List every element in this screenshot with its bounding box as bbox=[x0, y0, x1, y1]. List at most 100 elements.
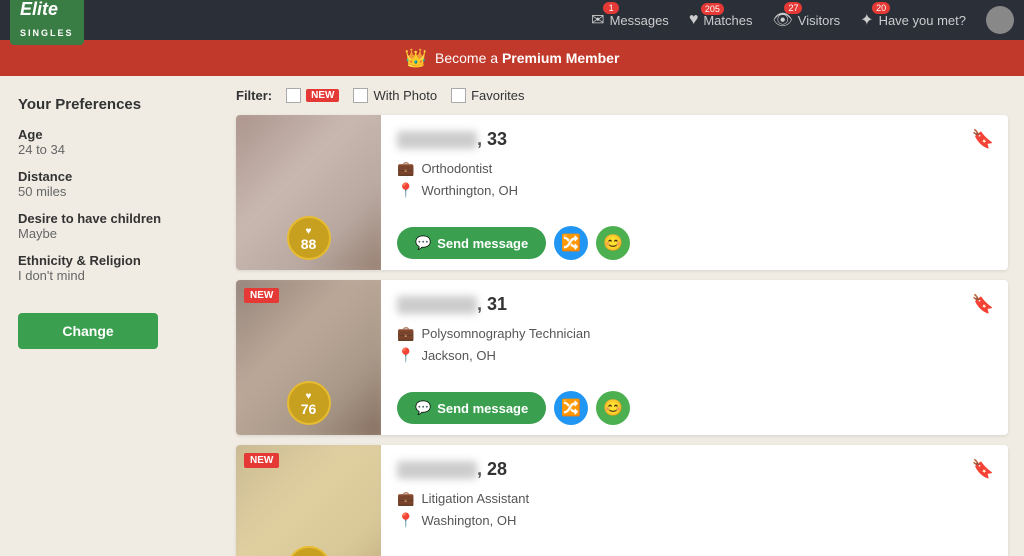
nav-have-you-met[interactable]: ✦ 20 Have you met? bbox=[860, 10, 966, 30]
occupation-text-1: Orthodontist bbox=[421, 161, 492, 176]
filter-favorites[interactable]: Favorites bbox=[451, 88, 524, 103]
new-badge-3: NEW bbox=[244, 453, 279, 468]
location-text-1: Worthington, OH bbox=[421, 183, 518, 198]
card-age-2: 31 bbox=[487, 294, 507, 314]
smile-icon-1: 😊 bbox=[603, 233, 623, 253]
premium-bold: Premium Member bbox=[502, 50, 619, 66]
chat-icon-2: 💬 bbox=[415, 400, 431, 416]
messages-icon: ✉ bbox=[591, 12, 604, 29]
pref-age: Age 24 to 34 bbox=[18, 127, 202, 157]
card-actions-1: 💬 Send message 🔀 😊 bbox=[397, 226, 994, 260]
occupation-text-2: Polysomnography Technician bbox=[421, 326, 590, 341]
main-content: Your Preferences Age 24 to 34 Distance 5… bbox=[0, 76, 1024, 556]
filter-bar: Filter: NEW With Photo Favorites bbox=[236, 88, 1008, 103]
pref-age-value: 24 to 34 bbox=[18, 142, 202, 157]
card-photo-3: NEW ♥ 85 bbox=[236, 445, 381, 556]
messages-label: Messages bbox=[610, 13, 669, 28]
name-blur-3 bbox=[397, 461, 477, 479]
card-name-3: , 28 bbox=[397, 459, 507, 480]
bookmark-icon-2[interactable]: 🔖 bbox=[972, 294, 994, 315]
user-avatar[interactable] bbox=[986, 6, 1014, 34]
nav-visitors[interactable]: 👁 27 Visitors bbox=[772, 10, 840, 30]
top-navigation: EliteSINGLES ✉ 1 Messages ♥ 205 Matches … bbox=[0, 0, 1024, 40]
card-age-1: 33 bbox=[487, 129, 507, 149]
logo-text: EliteSINGLES bbox=[20, 0, 74, 40]
new-badge-2: NEW bbox=[244, 288, 279, 303]
pin-icon-2: 📍 bbox=[397, 347, 414, 364]
card-actions-2: 💬 Send message 🔀 😊 bbox=[397, 391, 994, 425]
logo: EliteSINGLES bbox=[10, 0, 84, 45]
filter-with-photo-label: With Photo bbox=[373, 88, 437, 103]
match-score-2: ♥ 76 bbox=[287, 381, 331, 425]
like-btn-1[interactable]: 🔀 bbox=[554, 226, 588, 260]
filter-favorites-checkbox[interactable] bbox=[451, 88, 466, 103]
match-card-2: NEW ♥ 76 , 31 🔖 💼 Polysomnography Techni… bbox=[236, 280, 1008, 435]
match-card-3: NEW ♥ 85 , 28 🔖 💼 Litigation Assistant bbox=[236, 445, 1008, 556]
filter-new-badge: NEW bbox=[306, 89, 339, 102]
card-location-3: 📍 Washington, OH bbox=[397, 512, 994, 529]
messages-badge: 1 bbox=[603, 2, 619, 14]
change-preferences-button[interactable]: Change bbox=[18, 313, 158, 349]
nav-matches[interactable]: ♥ 205 Matches bbox=[689, 11, 753, 29]
filter-with-photo[interactable]: With Photo bbox=[353, 88, 437, 103]
pref-ethnicity-value: I don't mind bbox=[18, 268, 202, 283]
pref-distance-label: Distance bbox=[18, 169, 202, 184]
nav-items: ✉ 1 Messages ♥ 205 Matches 👁 27 Visitors… bbox=[591, 6, 1014, 34]
card-occupation-3: 💼 Litigation Assistant bbox=[397, 490, 994, 507]
briefcase-icon-3: 💼 bbox=[397, 490, 414, 507]
send-message-btn-2[interactable]: 💬 Send message bbox=[397, 392, 546, 424]
card-occupation-1: 💼 Orthodontist bbox=[397, 160, 994, 177]
send-message-btn-1[interactable]: 💬 Send message bbox=[397, 227, 546, 259]
match-score-heart-icon-2: ♥ bbox=[306, 391, 312, 402]
send-message-label-2: Send message bbox=[437, 401, 528, 416]
match-score-heart-icon: ♥ bbox=[306, 226, 312, 237]
sidebar: Your Preferences Age 24 to 34 Distance 5… bbox=[0, 76, 220, 556]
card-name-row-1: , 33 🔖 bbox=[397, 129, 994, 150]
filter-favorites-label: Favorites bbox=[471, 88, 524, 103]
pref-age-label: Age bbox=[18, 127, 202, 142]
nav-messages[interactable]: ✉ 1 Messages bbox=[591, 10, 669, 30]
crown-icon: 👑 bbox=[405, 48, 427, 69]
match-card-1: ♥ 88 , 33 🔖 💼 Orthodontist 📍 Worthi bbox=[236, 115, 1008, 270]
location-text-2: Jackson, OH bbox=[421, 348, 495, 363]
chat-icon-1: 💬 bbox=[415, 235, 431, 251]
visitors-label: Visitors bbox=[798, 13, 840, 28]
name-blur-1 bbox=[397, 131, 477, 149]
matches-icon: ♥ bbox=[689, 11, 699, 28]
smile-btn-1[interactable]: 😊 bbox=[596, 226, 630, 260]
have-you-met-label: Have you met? bbox=[879, 13, 966, 28]
pref-ethnicity: Ethnicity & Religion I don't mind bbox=[18, 253, 202, 283]
bookmark-icon-3[interactable]: 🔖 bbox=[972, 459, 994, 480]
pref-children-value: Maybe bbox=[18, 226, 202, 241]
match-score-num-2: 76 bbox=[301, 402, 317, 416]
smile-btn-2[interactable]: 😊 bbox=[596, 391, 630, 425]
filter-new-checkbox[interactable] bbox=[286, 88, 301, 103]
visitors-badge: 27 bbox=[784, 2, 802, 14]
card-location-1: 📍 Worthington, OH bbox=[397, 182, 994, 199]
matches-area: Filter: NEW With Photo Favorites ♥ 88 bbox=[220, 76, 1024, 556]
card-age-3: 28 bbox=[487, 459, 507, 479]
like-btn-2[interactable]: 🔀 bbox=[554, 391, 588, 425]
filter-with-photo-checkbox[interactable] bbox=[353, 88, 368, 103]
card-name-1: , 33 bbox=[397, 129, 507, 150]
have-you-met-badge: 20 bbox=[872, 2, 890, 14]
smile-icon-2: 😊 bbox=[603, 398, 623, 418]
card-info-1: , 33 🔖 💼 Orthodontist 📍 Worthington, OH … bbox=[381, 115, 1008, 270]
premium-banner[interactable]: 👑 Become a Premium Member bbox=[0, 40, 1024, 76]
card-info-3: , 28 🔖 💼 Litigation Assistant 📍 Washingt… bbox=[381, 445, 1008, 556]
occupation-text-3: Litigation Assistant bbox=[421, 491, 529, 506]
card-photo-2: NEW ♥ 76 bbox=[236, 280, 381, 435]
filter-new[interactable]: NEW bbox=[286, 88, 339, 103]
pref-ethnicity-label: Ethnicity & Religion bbox=[18, 253, 202, 268]
location-text-3: Washington, OH bbox=[421, 513, 516, 528]
card-name-2: , 31 bbox=[397, 294, 507, 315]
card-location-2: 📍 Jackson, OH bbox=[397, 347, 994, 364]
pref-distance-value: 50 miles bbox=[18, 184, 202, 199]
pin-icon-3: 📍 bbox=[397, 512, 414, 529]
pref-children: Desire to have children Maybe bbox=[18, 211, 202, 241]
name-blur-2 bbox=[397, 296, 477, 314]
card-occupation-2: 💼 Polysomnography Technician bbox=[397, 325, 994, 342]
pref-distance: Distance 50 miles bbox=[18, 169, 202, 199]
bookmark-icon-1[interactable]: 🔖 bbox=[972, 129, 994, 150]
card-info-2: , 31 🔖 💼 Polysomnography Technician 📍 Ja… bbox=[381, 280, 1008, 435]
